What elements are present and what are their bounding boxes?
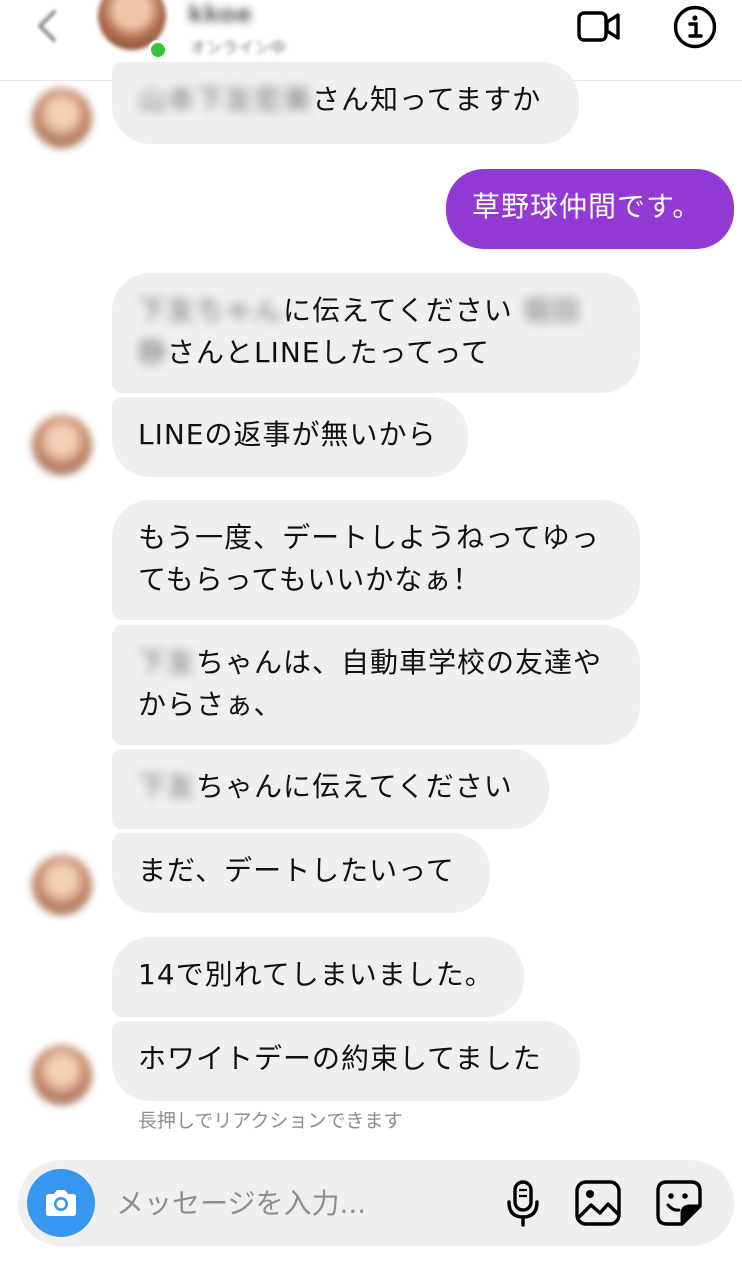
message-line: 下友ちゃんに伝えてください 堀田 (138, 290, 614, 332)
sender-avatar[interactable] (32, 88, 92, 148)
message-composer (18, 1160, 734, 1246)
message-text: ちゃんに伝えてください (196, 770, 513, 803)
message-bubble-outgoing[interactable]: 草野球仲間です。 (446, 169, 734, 249)
blurred-name: 山本下友宏美 (138, 83, 313, 116)
message-text: 14で別れてしまいました。 (138, 958, 494, 991)
camera-icon (46, 1190, 76, 1216)
message-text: からさぁ、 (138, 688, 283, 721)
message-text: もう一度、デートしようねってゆっ (138, 521, 600, 554)
gallery-icon[interactable] (573, 1178, 623, 1228)
contact-name: kkoe (188, 0, 253, 28)
reaction-hint: 長押しでリアクションできます (138, 1110, 403, 1132)
message-bubble[interactable]: 山本下友宏美さん知ってますか (112, 62, 579, 144)
chevron-left-icon[interactable] (28, 6, 68, 46)
blurred-name: 下友ちゃん (138, 294, 284, 327)
message-text: さん知ってますか (312, 83, 542, 116)
blurred-name: 堀田 (522, 294, 581, 327)
message-bubble[interactable]: まだ、デートしたいって (112, 833, 490, 913)
sender-avatar[interactable] (32, 855, 92, 915)
online-status-dot (148, 40, 168, 60)
message-input[interactable] (114, 1180, 498, 1226)
video-camera-icon[interactable] (576, 4, 622, 50)
message-bubble[interactable]: 14で別れてしまいました。 (112, 937, 524, 1017)
message-bubble[interactable]: もう一度、デートしようねってゆっ てもらってもいいかなぁ！ (112, 500, 640, 620)
message-text: さんとLINEしたってって (167, 336, 491, 369)
message-text: ちゃんは、自動車学校の友達や (196, 646, 603, 679)
blurred-name: 下友 (138, 770, 197, 803)
message-bubble[interactable]: 下友ちゃんに伝えてください 堀田 静さんとLINEしたってって (112, 273, 640, 393)
sender-avatar[interactable] (32, 1045, 92, 1105)
message-bubble[interactable]: 下友ちゃんは、自動車学校の友達や からさぁ、 (112, 625, 640, 745)
message-text: 草野球仲間です。 (472, 190, 702, 223)
message-bubble[interactable]: ホワイトデーの約束してました (112, 1021, 580, 1101)
message-text: ホワイトデーの約束してました (138, 1042, 542, 1075)
blurred-name: 下友 (138, 646, 197, 679)
sender-avatar[interactable] (32, 415, 92, 475)
camera-button[interactable] (27, 1169, 95, 1237)
message-bubble[interactable]: 下友ちゃんに伝えてください (112, 749, 549, 829)
message-text: てもらってもいいかなぁ！ (138, 563, 482, 596)
message-text: LINEの返事が無いから (138, 418, 437, 451)
blurred-name: 静 (138, 336, 168, 369)
message-text: に伝えてください (283, 294, 513, 327)
info-icon[interactable] (672, 4, 718, 50)
message-text: まだ、デートしたいって (138, 854, 455, 887)
sticker-icon[interactable] (654, 1178, 704, 1228)
microphone-icon[interactable] (498, 1178, 548, 1228)
message-bubble[interactable]: LINEの返事が無いから (112, 397, 468, 477)
message-line: 下友ちゃんは、自動車学校の友達や (138, 642, 614, 684)
contact-status: オンライン中 (190, 38, 287, 57)
message-line: 静さんとLINEしたってって (138, 332, 614, 374)
